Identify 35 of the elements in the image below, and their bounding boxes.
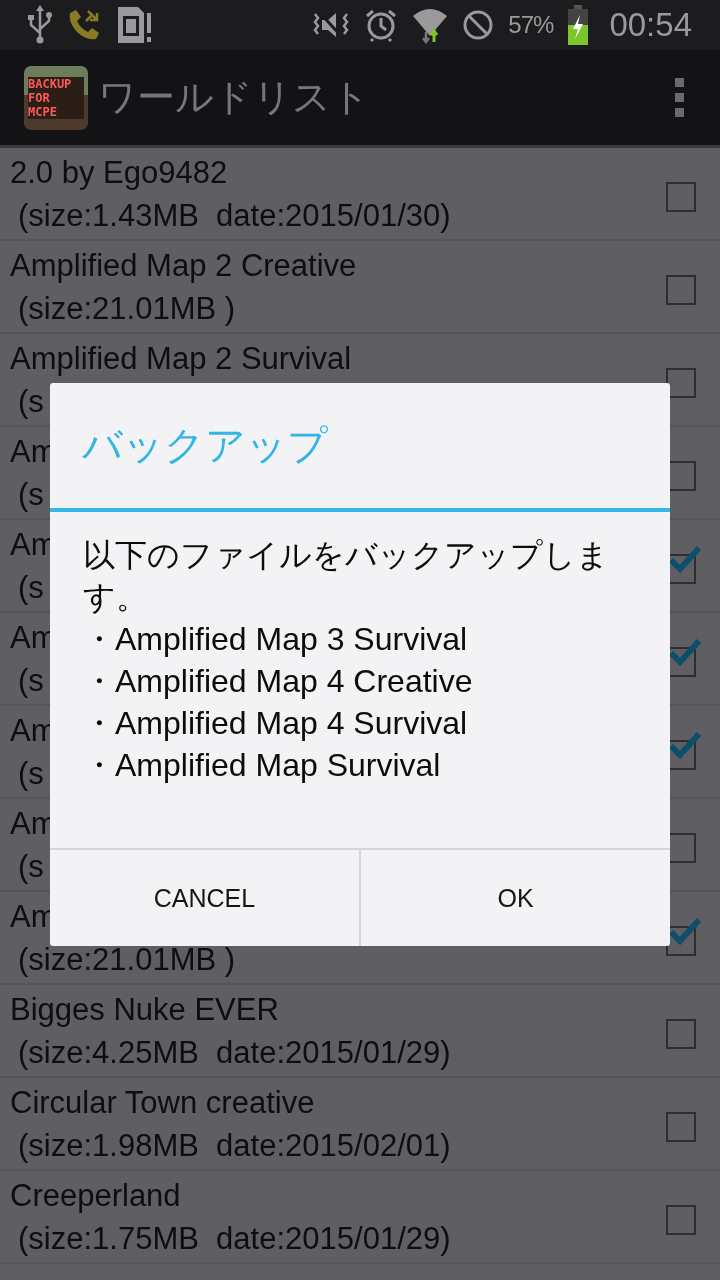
app-title: ワールドリスト [98, 74, 371, 121]
mute-vibrate-icon [312, 10, 351, 40]
world-details: (s [18, 848, 44, 886]
clock: 00:54 [609, 6, 692, 44]
dialog-title: バックアップ [50, 383, 670, 512]
app-logo: BACKUP FOR MCPE [24, 65, 88, 130]
battery-percent: 57% [508, 11, 554, 39]
battery-charging-icon [567, 5, 590, 45]
world-details: (size:1.43MB date:2015/01/30) [18, 197, 451, 235]
file-name: ・Amplified Map 3 Survival [83, 620, 468, 659]
world-details: (s [18, 476, 44, 514]
file-name: ・Amplified Map 4 Creative [83, 662, 473, 701]
world-details: (size:1.98MB date:2015/02/01) [18, 1127, 451, 1165]
world-name: Circular Town creative [10, 1084, 315, 1122]
ok-button[interactable]: OK [359, 850, 670, 946]
world-details: (s [18, 383, 44, 421]
file-name: ・Amplified Map 4 Survival [83, 704, 468, 743]
blocked-icon [462, 9, 495, 41]
world-name: Amplified Map 2 Survival [10, 340, 352, 378]
dialog-message: 以下のファイルをバックアップします。 [83, 535, 610, 618]
alarm-icon [364, 8, 399, 42]
world-name: 2.0 by Ego9482 [10, 154, 228, 192]
world-name: Creeperland [10, 1177, 181, 1215]
file-name: ・Amplified Map Survival [83, 746, 441, 785]
sim-card-alert-icon [116, 5, 152, 45]
world-details: (size:21.01MB ) [18, 290, 236, 328]
world-details: (s [18, 569, 44, 607]
world-details: (s [18, 755, 44, 793]
usb-icon [28, 5, 52, 45]
world-details: (size:4.25MB date:2015/01/29) [18, 1034, 451, 1072]
world-details: (s [18, 662, 44, 700]
wifi-icon [412, 6, 449, 44]
world-details: (size:1.75MB date:2015/01/29) [18, 1220, 451, 1258]
world-name: Bigges Nuke EVER [10, 991, 279, 1029]
world-name: Amplified Map 2 Creative [10, 247, 357, 285]
